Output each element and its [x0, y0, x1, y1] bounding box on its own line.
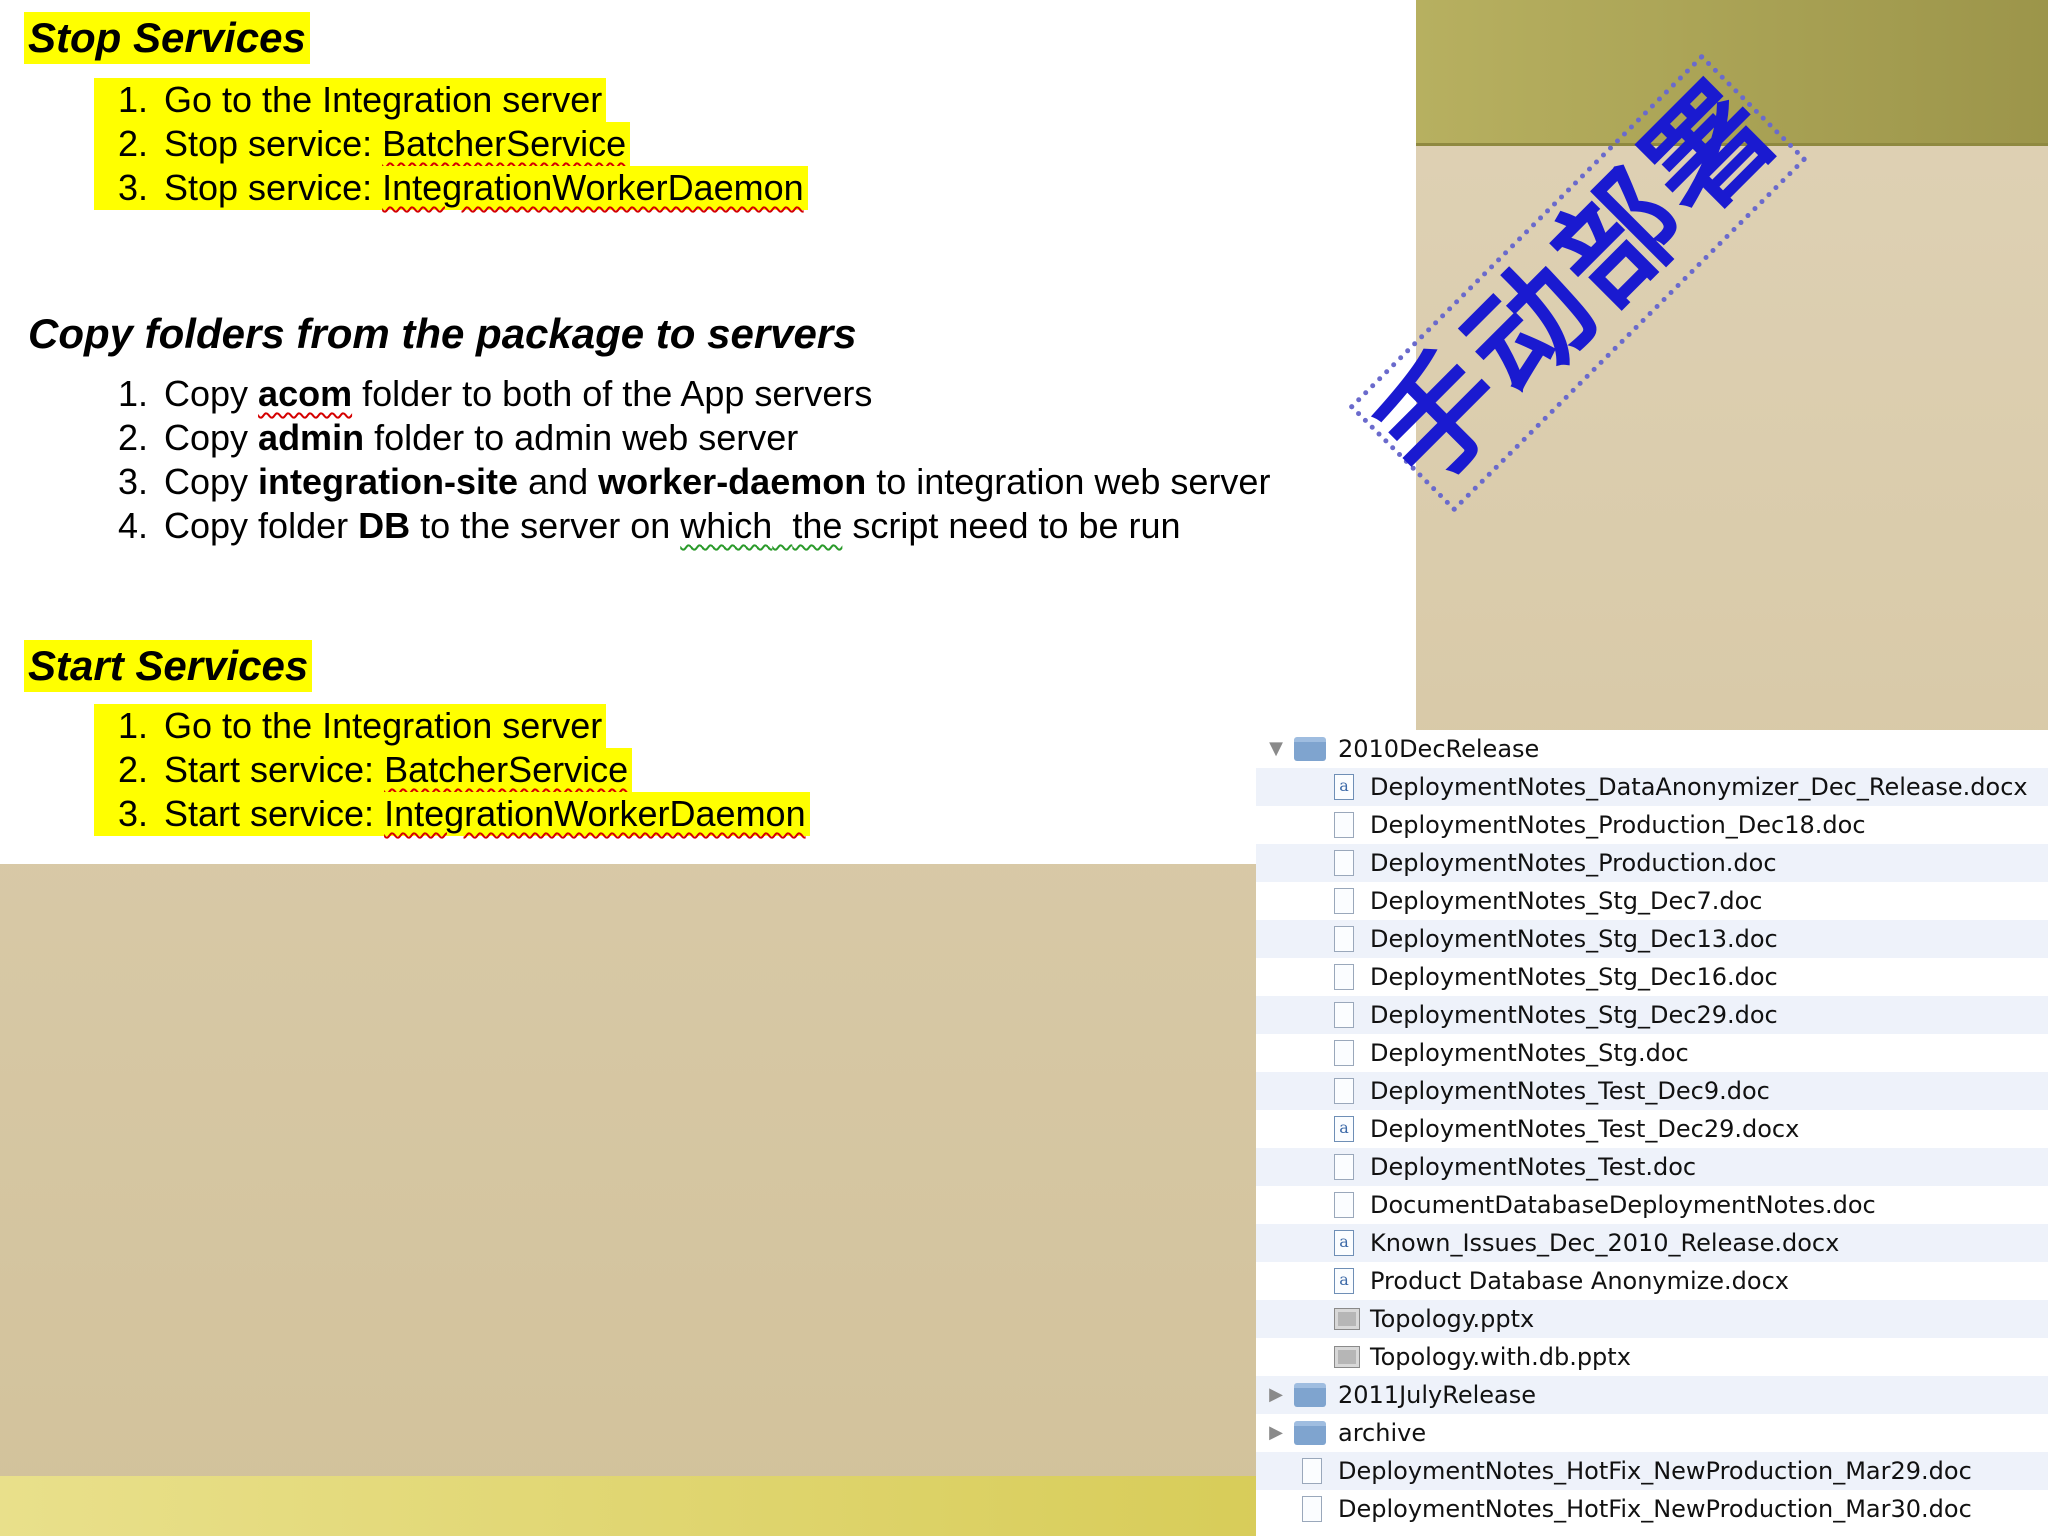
file-name: DeploymentNotes_Production.doc	[1370, 849, 1777, 877]
file-name: Topology.with.db.pptx	[1370, 1343, 1631, 1371]
file-name: DeploymentNotes_Stg_Dec13.doc	[1370, 925, 1778, 953]
copy-step-2: 2. Copy admin folder to admin web server	[118, 417, 799, 458]
service-name: IntegrationWorkerDaemon	[382, 167, 804, 208]
file-name: DeploymentNotes_Production_Dec18.doc	[1370, 811, 1866, 839]
file-name: Product Database Anonymize.docx	[1370, 1267, 1789, 1295]
file-row[interactable]: DeploymentNotes_Stg.doc	[1256, 1034, 2048, 1072]
disclosure-expanded-icon[interactable]: ▼	[1266, 730, 1286, 768]
word-docx-icon: a	[1334, 1116, 1354, 1142]
word-doc-icon	[1302, 1496, 1322, 1522]
word-doc-icon	[1334, 812, 1354, 838]
file-name: DeploymentNotes_HotFix_NewProduction_Mar…	[1338, 1495, 1972, 1523]
word-doc-icon	[1334, 1078, 1354, 1104]
word-doc-icon	[1334, 964, 1354, 990]
file-row[interactable]: DeploymentNotes_Production_Dec18.doc	[1256, 806, 2048, 844]
word-doc-icon	[1334, 926, 1354, 952]
folder-icon	[1294, 737, 1326, 761]
file-browser-list[interactable]: ▼ 2010DecRelease a DeploymentNotes_DataAnon…	[1256, 730, 2048, 1536]
file-name: 2011JulyRelease	[1338, 1381, 1537, 1409]
word-docx-icon: a	[1334, 1230, 1354, 1256]
folder-icon	[1294, 1421, 1326, 1445]
word-doc-icon	[1334, 1002, 1354, 1028]
file-row[interactable]: DeploymentNotes_Production.doc	[1256, 844, 2048, 882]
service-name: BatcherService	[384, 749, 629, 790]
service-name: IntegrationWorkerDaemon	[384, 793, 806, 834]
file-name: DeploymentNotes_Test_Dec29.docx	[1370, 1115, 1800, 1143]
file-row[interactable]: a Known_Issues_Dec_2010_Release.docx	[1256, 1224, 2048, 1262]
file-name: DeploymentNotes_Stg_Dec29.doc	[1370, 1001, 1778, 1029]
folder-icon	[1294, 1383, 1326, 1407]
file-name: archive	[1338, 1419, 1427, 1447]
file-row[interactable]: DeploymentNotes_HotFix_NewProduction_Mar…	[1256, 1490, 2048, 1528]
folder-row[interactable]: ▶ 2011JulyRelease	[1256, 1376, 2048, 1414]
file-name: DeploymentNotes_Stg.doc	[1370, 1039, 1689, 1067]
word-docx-icon: a	[1334, 774, 1354, 800]
copy-step-3: 3. Copy integration-site and worker-daemo…	[118, 461, 1271, 502]
file-name: Known_Issues_Dec_2010_Release.docx	[1370, 1229, 1840, 1257]
file-name: DeploymentNotes_Stg_Dec16.doc	[1370, 963, 1778, 991]
file-row[interactable]: a DeploymentNotes_Test_Dec29.docx	[1256, 1110, 2048, 1148]
word-doc-icon	[1302, 1458, 1322, 1484]
file-row[interactable]: DeploymentNotes_Test.doc	[1256, 1148, 2048, 1186]
file-row[interactable]: DeploymentNotes_Stg_Dec7.doc	[1256, 882, 2048, 920]
service-name: BatcherService	[382, 123, 627, 164]
file-name: Topology.pptx	[1370, 1305, 1535, 1333]
start-step-3: 3. Start service: IntegrationWorkerDaemon	[94, 792, 810, 836]
folder-row[interactable]: ▶ archive	[1256, 1414, 2048, 1452]
file-name: DeploymentNotes_DataAnonymizer_Dec_Relea…	[1370, 773, 2028, 801]
file-row[interactable]: Topology.pptx	[1256, 1300, 2048, 1338]
file-name: DeploymentNotes_HotFix_NewProduction_Mar…	[1338, 1457, 1972, 1485]
word-docx-icon: a	[1334, 1268, 1354, 1294]
file-row[interactable]: a Product Database Anonymize.docx	[1256, 1262, 2048, 1300]
document-panel: Stop Services 1. Go to the Integration se…	[0, 0, 1416, 864]
stop-step-3: 3. Stop service: IntegrationWorkerDaemon	[94, 166, 808, 210]
stop-step-2: 2. Stop service: BatcherService	[94, 122, 631, 166]
stop-services-heading: Stop Services	[24, 12, 310, 64]
file-name: DeploymentNotes_Test_Dec9.doc	[1370, 1077, 1770, 1105]
powerpoint-icon	[1334, 1308, 1360, 1330]
powerpoint-icon	[1334, 1346, 1360, 1368]
start-services-heading: Start Services	[24, 640, 313, 692]
file-name: DocumentDatabaseDeploymentNotes.doc	[1370, 1191, 1876, 1219]
word-doc-icon	[1334, 1154, 1354, 1180]
file-row[interactable]: Topology.with.db.pptx	[1256, 1338, 2048, 1376]
file-name: 2010DecRelease	[1338, 735, 1540, 763]
file-row[interactable]: DeploymentNotes_Test_Dec9.doc	[1256, 1072, 2048, 1110]
word-doc-icon	[1334, 1192, 1354, 1218]
file-row[interactable]: DeploymentNotes_Stg_Dec13.doc	[1256, 920, 2048, 958]
file-row[interactable]: DocumentDatabaseDeploymentNotes.doc	[1256, 1186, 2048, 1224]
word-doc-icon	[1334, 1040, 1354, 1066]
folder-row[interactable]: ▼ 2010DecRelease	[1256, 730, 2048, 768]
word-doc-icon	[1334, 888, 1354, 914]
file-row[interactable]: DeploymentNotes_Stg_Dec16.doc	[1256, 958, 2048, 996]
copy-step-4: 4. Copy folder DB to the server on which …	[118, 505, 1181, 546]
start-step-1: 1. Go to the Integration server	[94, 704, 607, 748]
stop-step-1: 1. Go to the Integration server	[94, 78, 607, 122]
word-doc-icon	[1334, 850, 1354, 876]
file-row[interactable]: DeploymentNotes_Stg_Dec29.doc	[1256, 996, 2048, 1034]
disclosure-collapsed-icon[interactable]: ▶	[1266, 1414, 1286, 1452]
file-row[interactable]: a DeploymentNotes_DataAnonymizer_Dec_Rele…	[1256, 768, 2048, 806]
file-row[interactable]: DeploymentNotes_HotFix_NewProduction_Mar…	[1256, 1452, 2048, 1490]
copy-folders-heading: Copy folders from the package to servers	[28, 310, 857, 357]
start-step-2: 2. Start service: BatcherService	[94, 748, 633, 792]
file-name: DeploymentNotes_Stg_Dec7.doc	[1370, 887, 1763, 915]
copy-step-1: 1. Copy acom folder to both of the App se…	[118, 373, 873, 414]
disclosure-collapsed-icon[interactable]: ▶	[1266, 1376, 1286, 1414]
file-name: DeploymentNotes_Test.doc	[1370, 1153, 1697, 1181]
